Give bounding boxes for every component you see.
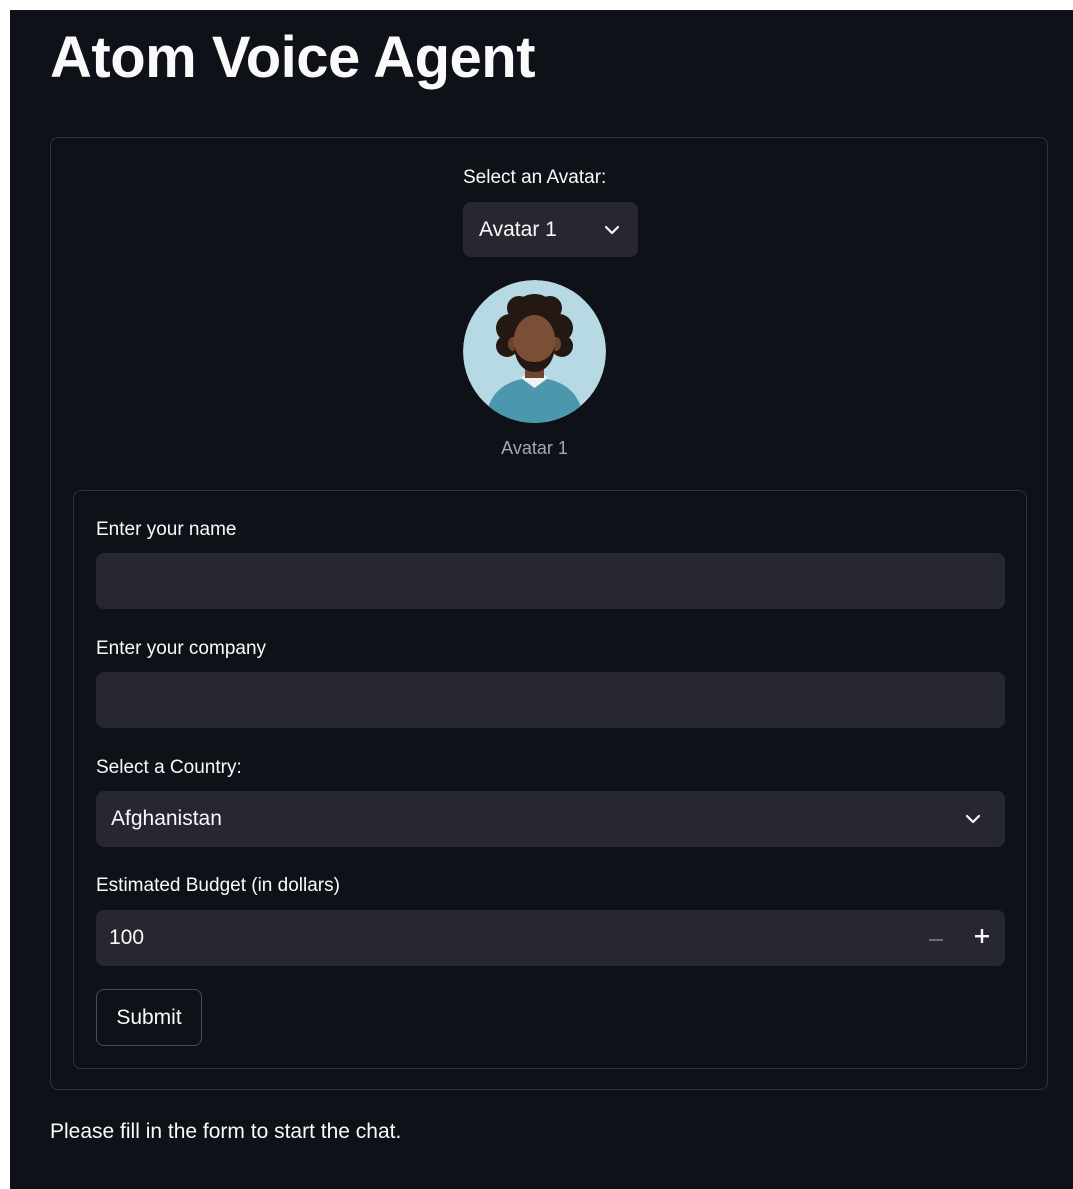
country-label: Select a Country: bbox=[96, 757, 242, 778]
plus-icon bbox=[975, 928, 989, 948]
user-form: Enter your name Enter your company Selec… bbox=[73, 490, 1027, 1069]
budget-decrement-button[interactable] bbox=[913, 910, 959, 966]
avatar-select-value: Avatar 1 bbox=[479, 217, 557, 241]
avatar-select-label: Select an Avatar: bbox=[463, 167, 607, 188]
page-title: Atom Voice Agent bbox=[50, 25, 536, 90]
name-input[interactable] bbox=[96, 553, 1005, 609]
budget-number-input: 100 bbox=[96, 910, 1005, 966]
chevron-down-icon bbox=[602, 220, 622, 240]
country-select-value: Afghanistan bbox=[111, 807, 222, 830]
company-label: Enter your company bbox=[96, 638, 267, 659]
submit-button[interactable]: Submit bbox=[96, 989, 202, 1046]
avatar-form-container: Select an Avatar: Avatar 1 Avatar 1 Ente… bbox=[50, 137, 1048, 1090]
avatar-caption: Avatar 1 bbox=[501, 438, 568, 458]
budget-input[interactable]: 100 bbox=[96, 926, 913, 950]
budget-increment-button[interactable] bbox=[959, 910, 1005, 966]
country-select[interactable]: Afghanistan bbox=[96, 791, 1005, 847]
chevron-down-icon bbox=[963, 809, 983, 829]
app-main: Atom Voice Agent Select an Avatar: Avata… bbox=[10, 10, 1073, 1189]
avatar-image bbox=[463, 280, 606, 423]
company-input[interactable] bbox=[96, 672, 1005, 728]
avatar-select[interactable]: Avatar 1 bbox=[463, 202, 638, 257]
status-message: Please fill in the form to start the cha… bbox=[50, 1120, 402, 1143]
minus-icon bbox=[929, 929, 943, 947]
name-label: Enter your name bbox=[96, 519, 237, 540]
budget-label: Estimated Budget (in dollars) bbox=[96, 875, 340, 896]
